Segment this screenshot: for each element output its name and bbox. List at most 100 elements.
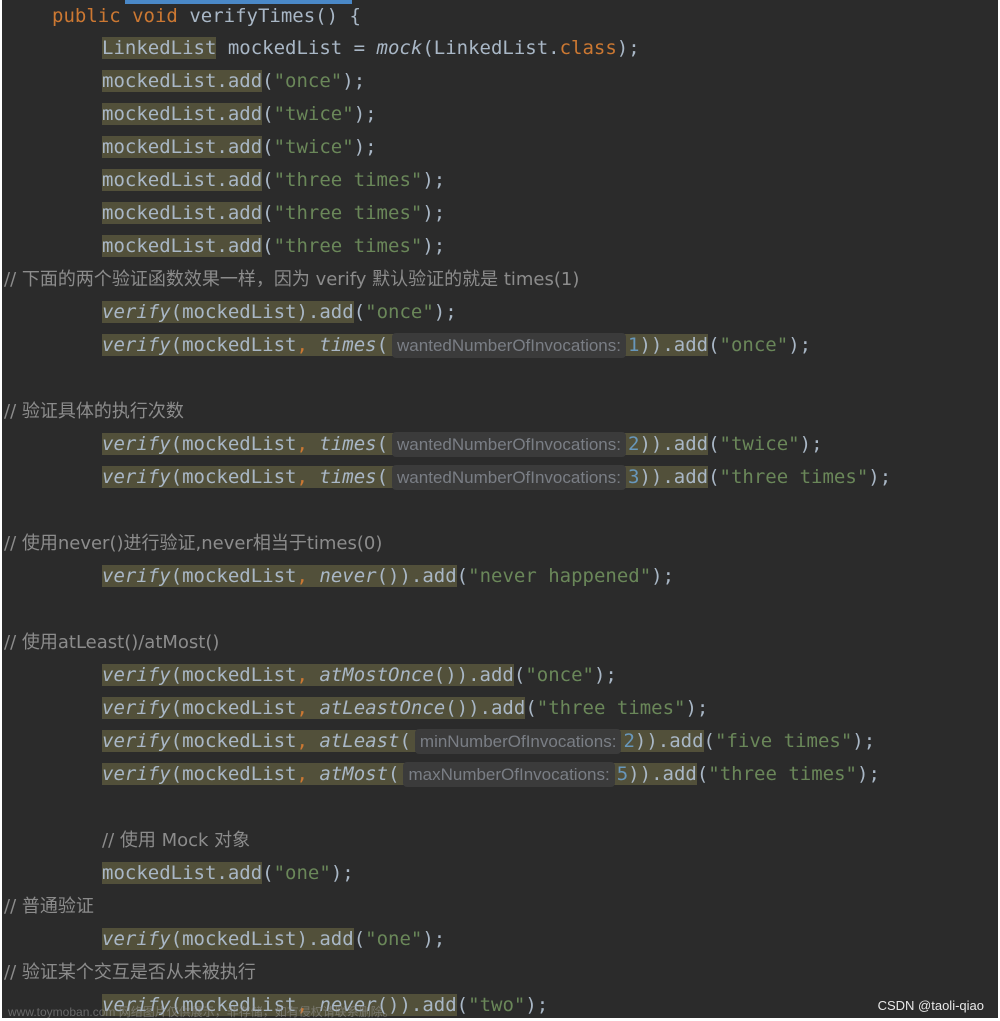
code-line-verify-times-2[interactable]: verify(mockedList, times(wantedNumberOfI… <box>102 428 823 461</box>
verify-args: (mockedList) <box>170 928 308 950</box>
string-literal: "once" <box>365 301 434 323</box>
paren-close: ); <box>593 664 617 686</box>
string-literal: "three times" <box>273 169 423 191</box>
string-literal: "twice" <box>273 103 354 125</box>
paren-open: ( <box>708 433 720 455</box>
paren-open: ( <box>262 862 274 884</box>
code-line-verify-atleast[interactable]: verify(mockedList, atLeast(minNumberOfIn… <box>102 725 875 758</box>
times-call: times <box>319 334 377 356</box>
paren-close: ); <box>422 169 446 191</box>
paren-close: ); <box>433 301 457 323</box>
paren-close: ); <box>857 763 880 785</box>
code-line-mock-declaration[interactable]: LinkedList mockedList = mock(LinkedList.… <box>102 32 640 65</box>
verify-args: (mockedList <box>170 730 297 752</box>
paren-open: ( <box>696 763 709 785</box>
paren-close: ); <box>788 334 812 356</box>
paren-open: ( <box>376 433 389 455</box>
number-literal: 5 <box>616 763 629 785</box>
paren-open: ( <box>708 466 720 488</box>
atleastonce-call: atLeastOnce <box>319 697 446 719</box>
code-line-verify-atmost[interactable]: verify(mockedList, atMost(maxNumberOfInv… <box>102 758 880 791</box>
code-line-verify-never[interactable]: verify(mockedList, never()).add("never h… <box>102 560 674 593</box>
code-line-verify-times-3[interactable]: verify(mockedList, times(wantedNumberOfI… <box>102 461 891 494</box>
code-line-add-one[interactable]: mockedList.add("one"); <box>102 857 354 890</box>
paren-open: ( <box>262 136 274 158</box>
comment-verify-default: // 下面的两个验证函数效果一样，因为 verify 默认验证的就是 times… <box>4 269 580 290</box>
code-line-add-once[interactable]: mockedList.add("once"); <box>102 65 365 98</box>
add-call: mockedList.add <box>102 235 263 257</box>
paren-open: ( <box>262 235 274 257</box>
paren-close: ); <box>422 928 446 950</box>
verify-call: verify <box>102 334 171 356</box>
comment-atleast-atmost: // 使用atLeast()/atMost() <box>4 632 220 653</box>
string-literal: "twice" <box>719 433 800 455</box>
paren-close: ); <box>651 565 675 587</box>
paren-close: ); <box>868 466 892 488</box>
code-line-verify-one[interactable]: verify(mockedList).add("one"); <box>102 923 445 956</box>
paren-close: )) <box>634 730 658 752</box>
paren-close: )) <box>628 763 652 785</box>
paren-open: ( <box>262 103 274 125</box>
verify-call: verify <box>102 928 171 950</box>
paren-close: ()) <box>376 565 411 587</box>
paren-open: ( <box>353 928 366 950</box>
add-call: mockedList.add <box>102 202 263 224</box>
paren-open: ( <box>262 169 274 191</box>
number-literal: 2 <box>627 433 640 455</box>
verify-call: verify <box>102 466 171 488</box>
add-call: .add <box>479 697 526 719</box>
code-line-add-three-1[interactable]: mockedList.add("three times"); <box>102 164 445 197</box>
add-call: .add <box>468 664 514 686</box>
comma: , <box>296 334 320 356</box>
string-literal: "never happened" <box>468 565 652 587</box>
comma: , <box>296 730 320 752</box>
add-call: .add <box>662 334 709 356</box>
verify-call: verify <box>102 565 171 587</box>
times-call: times <box>319 466 377 488</box>
never-call: never <box>319 565 377 587</box>
variable-decl: mockedList = <box>216 37 377 59</box>
code-line-add-twice-1[interactable]: mockedList.add("twice"); <box>102 98 377 131</box>
type-linkedlist: LinkedList <box>102 37 217 59</box>
comma: , <box>296 433 320 455</box>
verify-call: verify <box>102 301 171 323</box>
code-line-verify-once[interactable]: verify(mockedList).add("once"); <box>102 296 457 329</box>
code-line-add-three-2[interactable]: mockedList.add("three times"); <box>102 197 445 230</box>
add-call: mockedList.add <box>102 169 263 191</box>
string-literal: "twice" <box>273 136 354 158</box>
add-call: .add <box>307 301 354 323</box>
verify-call: verify <box>102 697 171 719</box>
paren-close: )) <box>639 433 663 455</box>
keyword-public: public <box>52 5 121 27</box>
code-editor[interactable]: public void verifyTimes() { LinkedList m… <box>2 0 998 1018</box>
string-literal: "five times" <box>715 730 853 752</box>
code-line-verify-atleastonce[interactable]: verify(mockedList, atLeastOnce()).add("t… <box>102 692 708 725</box>
code-line-verify-atmostonce[interactable]: verify(mockedList, atMostOnce()).add("on… <box>102 659 617 692</box>
code-line-add-twice-2[interactable]: mockedList.add("twice"); <box>102 131 377 164</box>
mock-call: mock <box>376 37 423 59</box>
code-line-method-signature[interactable]: public void verifyTimes() { <box>52 0 361 33</box>
verify-args: (mockedList <box>170 433 297 455</box>
comment-never: // 使用never()进行验证,never相当于times(0) <box>4 533 383 554</box>
string-literal: "three times" <box>536 697 686 719</box>
add-call: mockedList.add <box>102 103 263 125</box>
add-call: .add <box>662 466 709 488</box>
string-literal: "three times" <box>708 763 857 785</box>
watermark-author: CSDN @taoli-qiao <box>877 998 984 1013</box>
parameter-hint: wantedNumberOfInvocations: <box>392 333 626 358</box>
verify-expression: verify(mockedList, never()).add <box>102 565 457 587</box>
code-line-add-three-3[interactable]: mockedList.add("three times"); <box>102 230 445 263</box>
verify-args: (mockedList <box>170 334 297 356</box>
paren-open: ( <box>376 466 389 488</box>
comma: , <box>296 664 320 686</box>
string-literal: "three times" <box>273 235 423 257</box>
comma: , <box>296 763 320 785</box>
paren-close: ); <box>685 697 709 719</box>
method-name: verifyTimes <box>189 5 316 27</box>
verify-expression: verify(mockedList, times(wantedNumberOfI… <box>102 333 709 358</box>
string-literal: "once" <box>273 70 343 92</box>
code-line-verify-times-1[interactable]: verify(mockedList, times(wantedNumberOfI… <box>102 329 811 362</box>
verify-call: verify <box>102 433 171 455</box>
number-literal: 3 <box>627 466 640 488</box>
paren-open: ( <box>353 301 366 323</box>
